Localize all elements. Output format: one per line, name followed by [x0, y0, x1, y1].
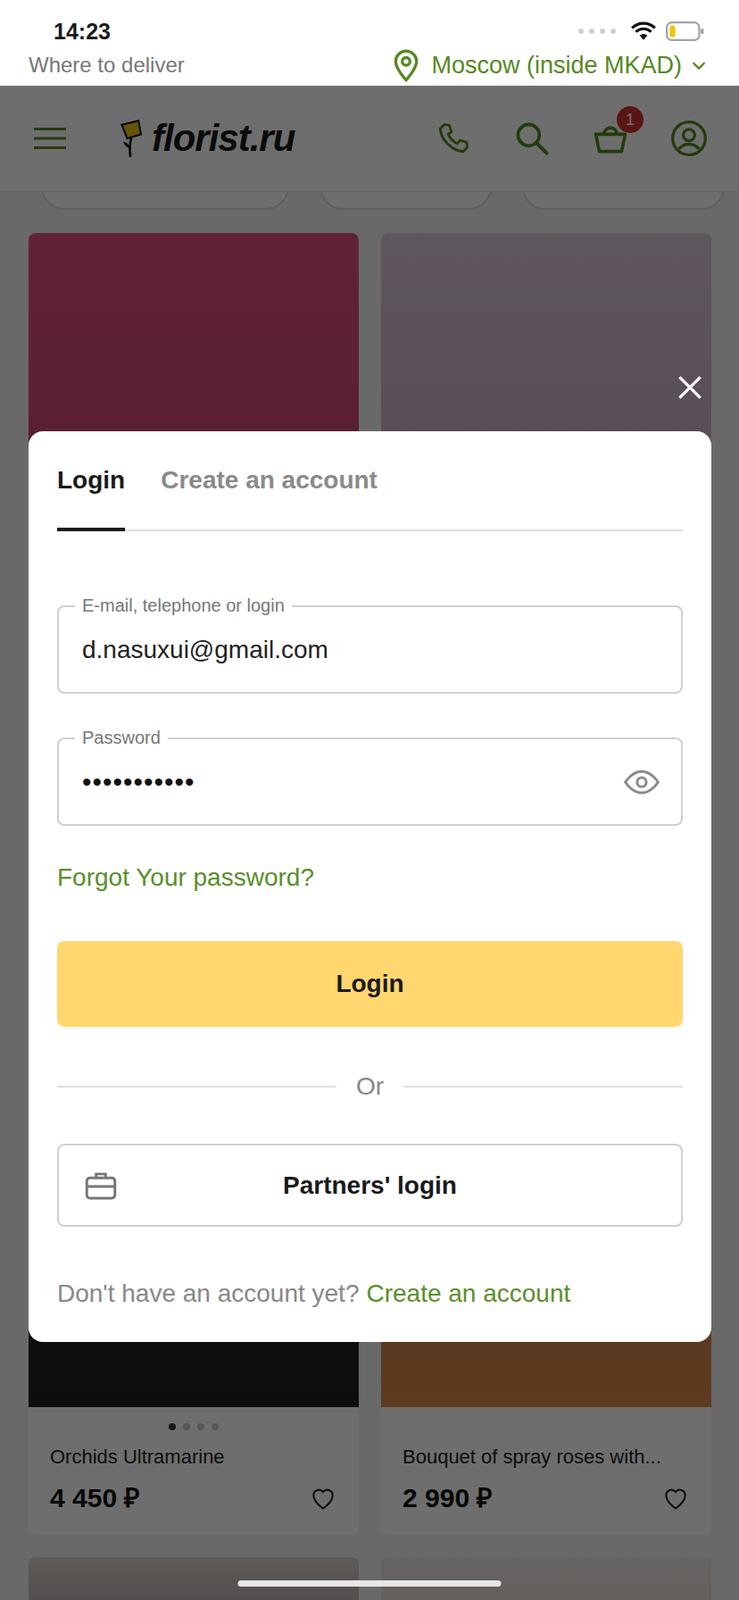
login-button[interactable]: Login [57, 940, 683, 1027]
delivery-bar: Where to deliver Moscow (inside MKAD) [0, 44, 739, 86]
status-time: 14:23 [53, 17, 111, 45]
toggle-password-button[interactable] [622, 762, 662, 802]
divider-text: Or [356, 1071, 384, 1102]
signal-dot [599, 28, 606, 34]
location-selector[interactable]: Moscow (inside MKAD) [388, 47, 709, 84]
screen: 14:23 Where to deliver Moscow (inside MKAD… [0, 0, 739, 1600]
forgot-password-link[interactable]: Forgot Your password? [57, 862, 315, 893]
battery-icon [665, 21, 706, 42]
divider: Or [57, 1071, 683, 1102]
close-icon [672, 369, 708, 406]
modal-overlay[interactable]: Login Create an account E-mail, telephone … [0, 85, 739, 1600]
tabs: Login Create an account [57, 431, 683, 532]
top-bar: 14:23 Where to deliver Moscow (inside MKAD… [0, 0, 739, 86]
divider-line [403, 1085, 683, 1088]
close-button[interactable] [672, 369, 708, 406]
signal-dot [589, 28, 595, 34]
input-field[interactable]: E-mail, telephone or logind.nasuxui@gmai… [57, 605, 683, 694]
field-label: Password [74, 726, 168, 748]
signup-prompt-text: Don't have an account yet? [57, 1278, 359, 1309]
briefcase-icon [82, 1166, 120, 1204]
partners-login-label: Partners' login [282, 1170, 457, 1200]
signal-dot [610, 28, 616, 34]
login-dialog: Login Create an account E-mail, telephone … [28, 431, 712, 1342]
input-field[interactable]: Password••••••••••• [57, 737, 683, 826]
status-icons [578, 17, 706, 45]
signal-dot [578, 28, 584, 34]
divider-line [57, 1085, 337, 1088]
status-bar: 14:23 [0, 0, 739, 45]
field-label: E-mail, telephone or login [74, 594, 292, 616]
chevron-down-icon [689, 55, 709, 75]
signup-prompt: Don't have an account yet?Create an acco… [57, 1278, 683, 1309]
location-text: Moscow (inside MKAD) [431, 51, 682, 80]
map-pin-icon [388, 47, 424, 84]
field-value: d.nasuxui@gmail.com [82, 633, 329, 666]
close-row [28, 369, 712, 406]
tab[interactable]: Login [57, 431, 125, 532]
page: florist.ru1Orchids Ultramarine4 450 ₽Bou… [0, 85, 739, 1600]
home-indicator [238, 1579, 502, 1586]
eye-icon [622, 762, 662, 802]
create-account-link[interactable]: Create an account [365, 1278, 571, 1309]
tab[interactable]: Create an account [160, 431, 378, 532]
field-value: ••••••••••• [82, 765, 196, 798]
partners-login-button[interactable]: Partners' login [57, 1143, 683, 1227]
wifi-icon [630, 21, 657, 42]
delivery-label: Where to deliver [28, 52, 185, 78]
